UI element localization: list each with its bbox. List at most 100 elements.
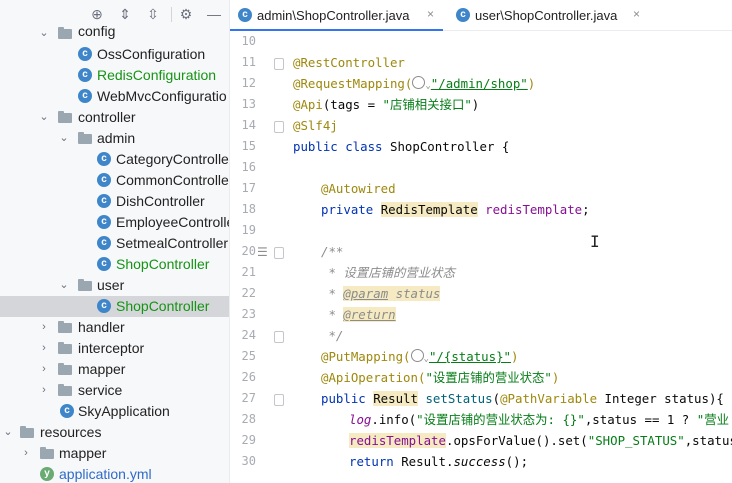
tree-item-label: controller xyxy=(78,109,136,125)
line-number: 30 xyxy=(241,454,256,468)
tree-folder-resources[interactable]: ⌄ resources xyxy=(0,422,229,443)
code-editor[interactable]: @RestController @RequestMapping(⌄"/admin… xyxy=(286,31,732,483)
crosshair-icon[interactable]: ⊕ xyxy=(89,6,105,22)
tree-item-label: user xyxy=(97,277,125,293)
chevron-right-icon[interactable]: › xyxy=(38,384,50,396)
close-icon[interactable]: × xyxy=(427,7,434,21)
line-number: 23 xyxy=(241,307,256,321)
bean-icon[interactable] xyxy=(257,391,271,405)
code-line-18: private RedisTemplate redisTemplate; xyxy=(321,202,590,217)
tree-folder-interceptor[interactable]: › interceptor xyxy=(0,338,229,359)
class-icon: c xyxy=(78,89,92,103)
web-endpoint-icon[interactable] xyxy=(410,349,424,362)
class-icon: c xyxy=(78,47,92,61)
tree-item-redisconfiguration[interactable]: c RedisConfiguration xyxy=(0,65,229,86)
class-icon: c xyxy=(97,236,111,250)
web-endpoint-icon[interactable] xyxy=(412,76,426,89)
code-line-24: */ xyxy=(321,328,344,343)
fold-marker-icon[interactable] xyxy=(274,394,284,406)
chevron-down-icon[interactable]: ⌄ xyxy=(58,279,70,291)
tree-item-dishcontroller[interactable]: c DishController xyxy=(0,191,229,212)
class-icon: c xyxy=(456,8,470,22)
tree-item-employeecontroller[interactable]: c EmployeeControlle xyxy=(0,212,229,233)
bean-icon[interactable] xyxy=(257,139,271,153)
code-line-25: @PutMapping(⌄"/{status}") xyxy=(321,349,519,364)
fold-marker-icon[interactable] xyxy=(274,331,284,343)
code-line-30: return Result.success(); xyxy=(349,454,529,469)
tree-item-label: ShopController xyxy=(116,298,210,314)
tree-item-label: WebMvcConfiguratio xyxy=(97,88,227,104)
line-number: 10 xyxy=(241,34,256,48)
fold-marker-icon[interactable] xyxy=(274,247,284,259)
tree-item-ossconfiguration[interactable]: c OssConfiguration xyxy=(0,44,229,65)
text-cursor-icon: I xyxy=(590,232,600,251)
doc-icon[interactable]: ☰ xyxy=(257,245,271,259)
chevron-right-icon[interactable]: › xyxy=(38,363,50,375)
tree-folder-resources-mapper[interactable]: › mapper xyxy=(0,443,229,464)
fold-marker-icon[interactable] xyxy=(274,121,284,133)
chevron-right-icon[interactable]: › xyxy=(38,321,50,333)
folder-icon xyxy=(58,384,73,396)
tree-item-application-yml[interactable]: y application.yml xyxy=(0,464,229,483)
line-number: 18 xyxy=(241,202,256,216)
tree-item-user-shopcontroller[interactable]: c ShopController xyxy=(0,296,229,317)
folder-icon xyxy=(58,363,73,375)
collapse-all-icon[interactable]: ⇳ xyxy=(145,6,161,22)
tree-item-admin-shopcontroller[interactable]: c ShopController xyxy=(0,254,229,275)
editor-tab-bar: c admin\ShopController.java × c user\Sho… xyxy=(230,0,732,31)
class-icon: c xyxy=(97,194,111,208)
code-line-21: * 设置店铺的营业状态 xyxy=(321,265,455,280)
fold-marker-icon[interactable] xyxy=(274,58,284,70)
line-number: 27 xyxy=(241,391,256,405)
class-icon: c xyxy=(78,68,92,82)
ide-window: ⊕ ⇕ ⇳ ⚙ — ⌄ config c OssConfiguration c … xyxy=(0,0,732,483)
line-number: 25 xyxy=(241,349,256,363)
chevron-down-icon[interactable]: ⌄ xyxy=(58,132,70,144)
tree-folder-mapper[interactable]: › mapper xyxy=(0,359,229,380)
tree-item-setmealcontroller[interactable]: c SetmealController xyxy=(0,233,229,254)
tab-admin-shopcontroller[interactable]: c admin\ShopController.java × xyxy=(230,0,443,31)
chevron-down-icon[interactable]: ⌄ xyxy=(38,111,50,123)
class-icon: c xyxy=(97,215,111,229)
minimize-icon[interactable]: — xyxy=(206,6,222,22)
line-number: 11 xyxy=(241,55,256,69)
class-icon: c xyxy=(97,299,111,313)
tree-folder-user[interactable]: ⌄ user xyxy=(0,275,229,296)
tree-item-skyapplication[interactable]: c SkyApplication xyxy=(0,401,229,422)
bean-icon[interactable] xyxy=(257,202,271,216)
line-number: 26 xyxy=(241,370,256,384)
code-line-29: redisTemplate.opsForValue().set("SHOP_ST… xyxy=(349,433,732,448)
code-line-12: @RequestMapping(⌄"/admin/shop") xyxy=(293,76,536,91)
chevron-right-icon[interactable]: › xyxy=(38,342,50,354)
tree-folder-admin[interactable]: ⌄ admin xyxy=(0,128,229,149)
tree-item-webmvcconfiguration[interactable]: c WebMvcConfiguratio xyxy=(0,86,229,107)
chevron-down-icon[interactable]: ⌄ xyxy=(2,426,14,438)
spring-boot-class-icon: c xyxy=(60,404,74,418)
tree-item-label: config xyxy=(78,23,116,39)
tree-item-commoncontroller[interactable]: c CommonControlle xyxy=(0,170,229,191)
close-icon[interactable]: × xyxy=(633,7,640,21)
tree-item-label: OssConfiguration xyxy=(97,46,206,62)
class-icon: c xyxy=(238,8,252,22)
line-number: 17 xyxy=(241,181,256,195)
code-line-27: public Result setStatus(@PathVariable In… xyxy=(321,391,724,406)
folder-icon xyxy=(40,447,55,459)
folder-icon xyxy=(58,27,73,39)
line-number: 22 xyxy=(241,286,256,300)
line-number: 14 xyxy=(241,118,256,132)
tree-folder-controller[interactable]: ⌄ controller xyxy=(0,107,229,128)
folder-icon xyxy=(78,132,93,144)
tree-folder-handler[interactable]: › handler xyxy=(0,317,229,338)
class-icon: c xyxy=(97,257,111,271)
tree-folder-config[interactable]: ⌄ config xyxy=(0,23,229,44)
line-number: 28 xyxy=(241,412,256,426)
chevron-right-icon[interactable]: › xyxy=(20,447,32,459)
gear-icon[interactable]: ⚙ xyxy=(178,6,194,22)
yaml-file-icon: y xyxy=(40,467,54,481)
tree-item-label: SetmealController xyxy=(116,235,229,251)
tree-item-categorycontroller[interactable]: c CategoryControlle xyxy=(0,149,229,170)
tab-user-shopcontroller[interactable]: c user\ShopController.java × xyxy=(448,0,648,30)
chevron-down-icon[interactable]: ⌄ xyxy=(38,27,50,39)
tree-folder-service[interactable]: › service xyxy=(0,380,229,401)
expand-all-icon[interactable]: ⇕ xyxy=(117,6,133,22)
